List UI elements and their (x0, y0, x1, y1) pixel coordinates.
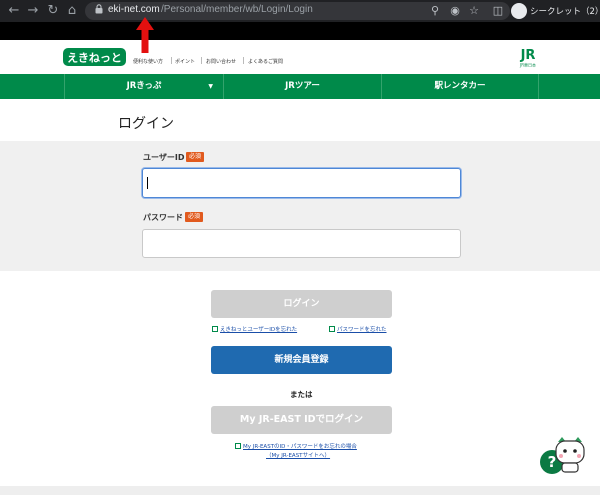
back-icon[interactable]: ← (6, 3, 22, 19)
annotation-arrow-icon (136, 17, 154, 53)
reload-icon[interactable]: ↻ (45, 3, 61, 19)
nav-item-jr-tours[interactable]: JRツアー (223, 74, 381, 99)
jreast-forgot-link[interactable]: My JR-EASTのID・パスワードをお忘れの場合 (243, 442, 357, 450)
jreast-login-button[interactable]: My JR-EAST IDでログイン (211, 406, 392, 434)
jr-logo-subtext: JR東日本 (519, 62, 536, 68)
ekinet-logo[interactable]: えきねっと (63, 48, 126, 66)
nav-item-label: JRきっぷ (126, 81, 162, 91)
nav-item-rental-car[interactable]: 駅レンタカー (381, 74, 539, 99)
home-icon[interactable]: ⌂ (64, 3, 80, 19)
page-title: ログイン (118, 116, 174, 132)
or-divider-text: または (290, 390, 313, 399)
userid-label: ユーザーID (143, 153, 185, 162)
url-path: /Personal/member/wb/Login/Login (161, 4, 313, 15)
external-link-icon (212, 326, 218, 332)
star-icon[interactable]: ☆ (467, 4, 481, 18)
header-divider (201, 57, 202, 64)
password-input[interactable] (142, 229, 461, 258)
logo-text: えきねっと (67, 52, 122, 65)
header-link-contact[interactable]: お問い合わせ (206, 58, 236, 65)
header-divider (243, 57, 244, 64)
nav-item-label: 駅レンタカー (434, 81, 486, 91)
profile-label[interactable]: シークレット（2） (530, 5, 600, 17)
forward-icon[interactable]: → (25, 3, 41, 19)
register-button[interactable]: 新規会員登録 (211, 346, 392, 374)
eye-off-icon[interactable]: ◉ (448, 4, 462, 18)
jreast-site-link[interactable]: （My JR-EASTサイトへ） (266, 451, 330, 459)
nav-item-jr-tickets[interactable]: JRきっぷ ▼ (64, 74, 223, 99)
external-link-icon (235, 443, 241, 449)
zoom-icon[interactable]: ⚲ (428, 4, 442, 18)
required-badge: 必須 (185, 212, 203, 222)
header-divider (171, 57, 172, 64)
incognito-icon[interactable] (511, 3, 527, 19)
text-caret (147, 177, 148, 189)
redacted-bar (0, 22, 600, 40)
mascot-icon[interactable] (553, 436, 587, 474)
browser-toolbar: ← → ↻ ⌂ eki-net.com /Personal/member/wb/… (0, 0, 600, 22)
nav-item-label: JRツアー (285, 81, 320, 91)
forgot-password-link[interactable]: パスワードを忘れた (337, 325, 387, 333)
external-link-icon (329, 326, 335, 332)
password-label: パスワード (143, 213, 183, 222)
jr-east-logo[interactable]: JR JR東日本 (515, 46, 541, 68)
footer-band (0, 486, 600, 495)
chevron-down-icon: ▼ (208, 83, 213, 90)
side-panel-icon[interactable]: ◫ (491, 4, 505, 18)
header-link-faq[interactable]: よくあるご質問 (248, 58, 283, 65)
lock-icon (95, 4, 103, 14)
userid-input[interactable] (142, 168, 461, 198)
header-link-howto[interactable]: 便利な使い方 (133, 58, 163, 65)
forgot-userid-link[interactable]: えきねっとユーザーIDを忘れた (220, 325, 297, 333)
required-badge: 必須 (186, 152, 204, 162)
url-host: eki-net.com (108, 4, 160, 15)
login-button[interactable]: ログイン (211, 290, 392, 318)
jr-logo-text: JR (520, 48, 536, 63)
header-link-points[interactable]: ポイント (175, 58, 195, 65)
